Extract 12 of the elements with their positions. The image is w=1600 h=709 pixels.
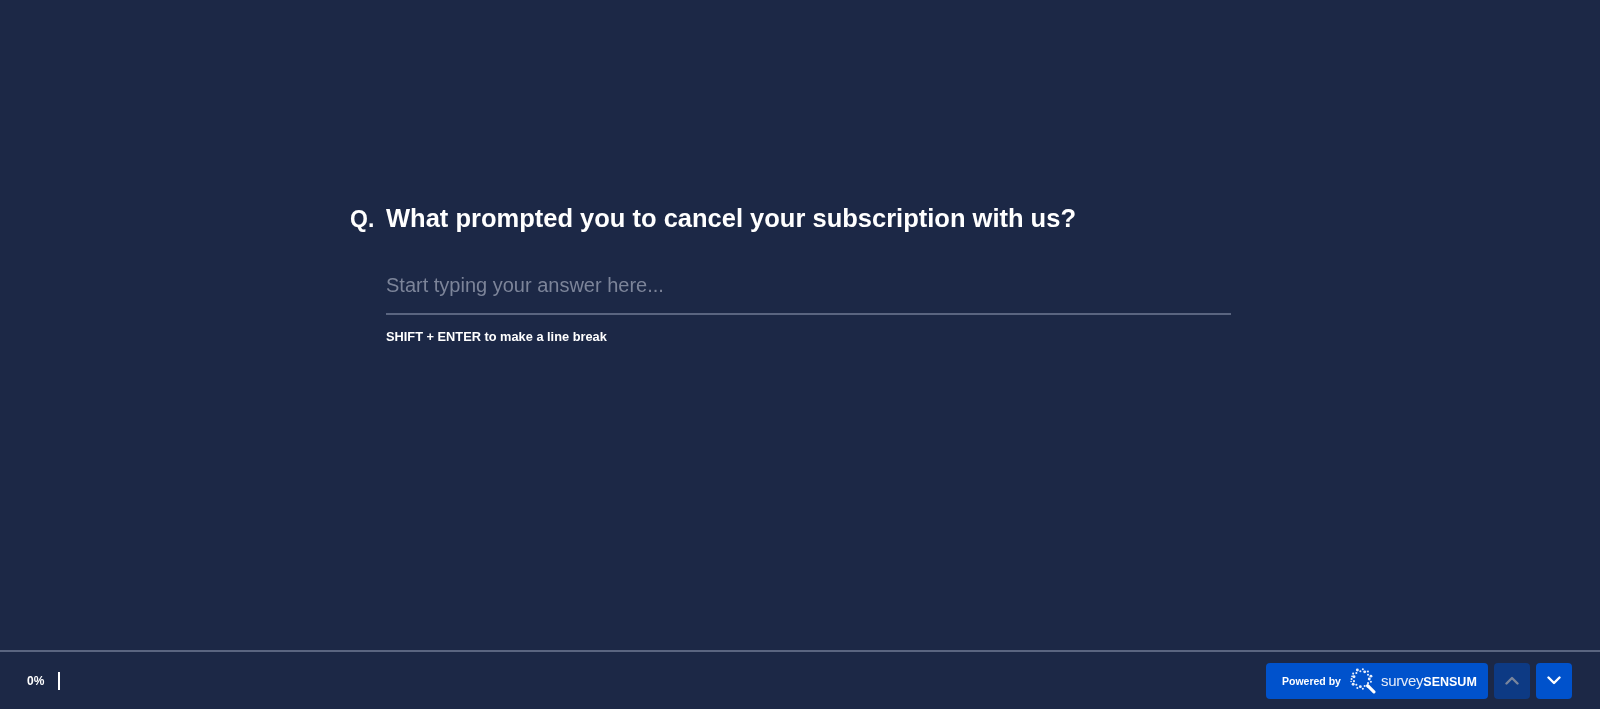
line-break-hint: SHIFT + ENTER to make a line break	[386, 329, 608, 344]
next-button[interactable]	[1536, 662, 1572, 699]
answer-field[interactable]: Start typing your answer here...	[386, 272, 1231, 315]
chevron-down-icon	[1547, 676, 1561, 685]
question-number: Q.	[350, 205, 376, 234]
powered-by-label: Powered by	[1282, 674, 1341, 687]
logo-wordmark: surveySENSUM	[1380, 672, 1477, 689]
dotted-ring-logo-icon	[1348, 667, 1376, 694]
question-title: What prompted you to cancel your subscription with us?	[386, 203, 1077, 234]
chevron-up-icon	[1505, 676, 1519, 685]
progress-percentage: 0%	[27, 673, 45, 688]
powered-by-button[interactable]: Powered by surveySENSUM	[1266, 662, 1488, 699]
